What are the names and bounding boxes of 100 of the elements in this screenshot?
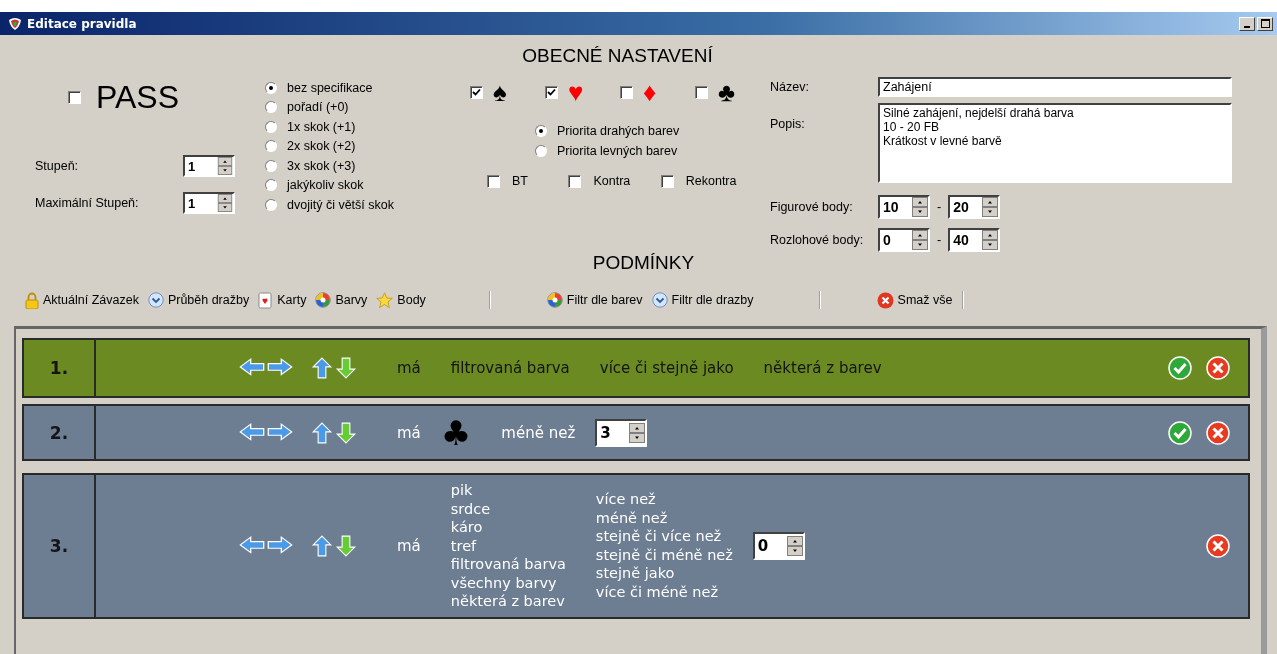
spin-arrows-icon[interactable] <box>217 194 233 212</box>
checkbox-label: BT <box>512 174 528 188</box>
number-spinner[interactable]: 1 <box>183 192 235 214</box>
field-label: Figurové body: <box>770 200 854 214</box>
list-option[interactable]: káro <box>450 518 566 537</box>
checkbox[interactable] <box>620 85 633 99</box>
field-label: Maximální Stupeň: <box>35 196 140 210</box>
section-title: PODMÍNKY <box>591 251 696 275</box>
rule-number: 2. <box>24 406 96 459</box>
checkbox-label: PASS <box>96 79 179 116</box>
suit-symbol: ♣ <box>440 415 472 450</box>
number-spinner[interactable]: 40 <box>948 228 1001 252</box>
number-spinner[interactable]: 10 <box>878 195 930 219</box>
radio-label: pořadí (+0) <box>287 100 349 115</box>
confirm-icon[interactable] <box>1168 420 1192 445</box>
list-option[interactable]: stejně jako <box>595 564 733 583</box>
delete-icon[interactable] <box>1206 420 1230 445</box>
list-option[interactable]: všechny barvy <box>450 573 566 592</box>
radio-label: 1x skok (+1) <box>287 119 356 134</box>
delete-icon[interactable] <box>1206 533 1230 558</box>
app-icon <box>8 16 22 31</box>
radio-label: Priorita levných barev <box>557 144 678 158</box>
toolbar-button[interactable]: Průběh dražby <box>147 292 250 308</box>
condition-text: filtrovaná barva <box>450 359 570 377</box>
number-spinner[interactable]: 20 <box>948 195 1001 219</box>
toolbar-button[interactable]: Body <box>376 291 426 309</box>
list-option[interactable]: stejně či méně než <box>595 545 733 565</box>
text-area[interactable]: Silné zahájení, nejdelší drahá barva 10 - 20 FB Krátkost v levné barvě <box>878 103 1232 183</box>
radio-button[interactable] <box>265 179 277 192</box>
list-option[interactable]: filtrovaná barva <box>450 555 566 574</box>
checkbox[interactable] <box>470 85 483 99</box>
playing-card-icon <box>258 291 274 309</box>
radio-button[interactable] <box>535 125 547 137</box>
up-arrow-icon[interactable] <box>311 534 333 557</box>
rule-number: 3. <box>24 475 96 617</box>
up-arrow-icon[interactable] <box>311 421 333 444</box>
up-arrow-icon[interactable] <box>311 357 333 379</box>
list-option[interactable]: srdce <box>450 499 566 518</box>
delete-icon[interactable] <box>1206 356 1230 380</box>
radio-label: bez specifikace <box>287 80 373 95</box>
rule-number: 1. <box>24 340 96 396</box>
radio-button[interactable] <box>265 120 277 133</box>
checkbox[interactable] <box>487 174 500 188</box>
rule-row[interactable]: 3. má pik srdce káro tref filtrovaná barva všechny barvy některá z barev více než méně než stejně či více než stejně či méně než stejně jako více či méně než 0 <box>22 473 1250 619</box>
chevron-circle-icon <box>147 292 164 308</box>
checkbox[interactable] <box>660 174 674 188</box>
spin-arrows-icon[interactable] <box>982 197 999 217</box>
toolbar-button[interactable]: Filtr dle drazby <box>651 292 754 308</box>
field-label: Název: <box>770 80 810 94</box>
number-spinner[interactable]: 0 <box>878 228 930 252</box>
number-spinner[interactable]: 1 <box>183 155 235 177</box>
spin-arrows-icon[interactable] <box>982 230 999 250</box>
checkbox[interactable] <box>68 91 81 104</box>
suit-symbol: ♦ <box>643 79 657 105</box>
list-option[interactable]: některá z barev <box>450 592 566 611</box>
checkbox[interactable] <box>568 174 582 188</box>
condition-text: má <box>397 359 421 377</box>
radio-button[interactable] <box>265 101 277 114</box>
list-option[interactable]: pik <box>450 481 566 500</box>
rule-row[interactable]: 2. má ♣ méně než 3 <box>22 404 1250 461</box>
toolbar-button[interactable]: Barvy <box>315 292 368 308</box>
radio-label: jakýkoliv skok <box>287 178 364 193</box>
minimize-button[interactable] <box>1239 16 1255 31</box>
down-arrow-icon[interactable] <box>335 357 357 379</box>
radio-button[interactable] <box>265 81 277 94</box>
radio-label: 2x skok (+2) <box>287 139 356 154</box>
maximize-icon <box>1260 19 1270 28</box>
down-arrow-icon[interactable] <box>335 421 357 444</box>
rule-row[interactable]: 1. má filtrovaná barva více či stejně jako některá z barev <box>22 338 1250 398</box>
toolbar-button[interactable]: Filtr dle barev <box>546 292 643 308</box>
checkbox[interactable] <box>695 85 708 99</box>
radio-button[interactable] <box>265 198 277 211</box>
window-title: Editace pravidla <box>27 16 137 31</box>
toolbar-button[interactable]: Karty <box>258 291 307 309</box>
number-spinner[interactable]: 3 <box>595 418 648 447</box>
checkbox[interactable] <box>545 85 558 99</box>
radio-button[interactable] <box>265 140 277 153</box>
spin-arrows-icon[interactable] <box>786 533 803 558</box>
toolbar-button[interactable]: Smaž vše <box>876 291 953 309</box>
list-option[interactable]: více či méně než <box>595 582 733 602</box>
radio-button[interactable] <box>535 145 547 157</box>
maximize-button[interactable] <box>1257 16 1273 31</box>
minimize-icon <box>1244 25 1250 28</box>
field-label: Stupeň: <box>35 159 80 173</box>
spin-arrows-icon[interactable] <box>629 420 646 445</box>
range-dash: - <box>937 200 942 214</box>
down-arrow-icon[interactable] <box>335 534 357 557</box>
condition-text: více či stejně jako <box>599 359 734 377</box>
list-option[interactable]: stejně či více než <box>595 527 733 546</box>
confirm-icon[interactable] <box>1168 356 1192 380</box>
condition-text: méně než <box>501 423 576 442</box>
toolbar-button[interactable]: Aktuální Závazek <box>25 291 139 309</box>
list-option[interactable]: méně než <box>595 508 733 528</box>
star-icon <box>376 291 394 309</box>
list-option[interactable]: více než <box>595 490 733 509</box>
list-option[interactable]: tref <box>450 536 566 555</box>
input-field[interactable]: Zahájení <box>878 77 1232 97</box>
radio-button[interactable] <box>265 159 277 172</box>
spin-arrows-icon[interactable] <box>217 157 233 175</box>
number-spinner[interactable]: 0 <box>752 531 805 560</box>
